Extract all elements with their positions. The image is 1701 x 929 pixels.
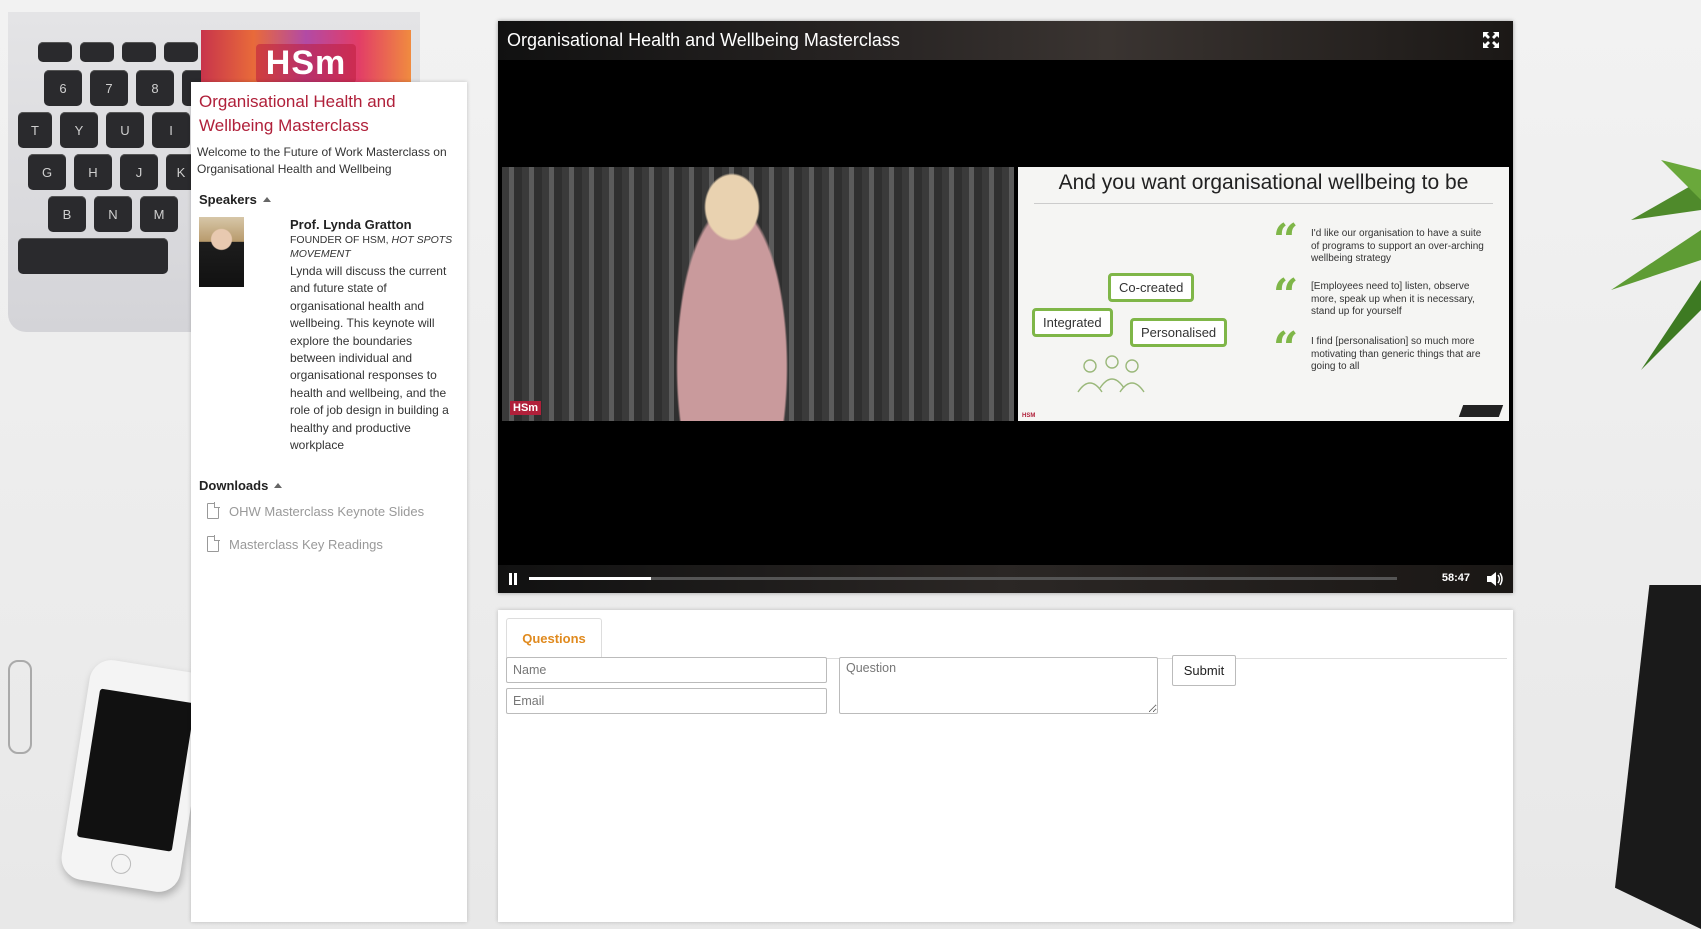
file-icon [207, 535, 220, 553]
question-textarea[interactable] [839, 657, 1158, 714]
bubble-integrated: Integrated [1032, 308, 1113, 337]
bubble-co-created: Co-created [1108, 273, 1195, 302]
downloads-toggle[interactable]: Downloads [199, 478, 461, 493]
video-watermark: HSm [510, 401, 542, 415]
video-title: Organisational Health and Wellbeing Mast… [507, 30, 900, 50]
speaker-card: Prof. Lynda Gratton FOUNDER OF HSM, HOT … [197, 217, 461, 454]
slide-logo [1458, 405, 1504, 417]
quote-icon: “ [1273, 270, 1299, 321]
download-link[interactable]: Masterclass Key Readings [207, 535, 461, 553]
player-title-bar: Organisational Health and Wellbeing Mast… [498, 21, 1513, 60]
caret-up-icon [262, 197, 271, 202]
speaker-figure [662, 167, 802, 421]
people-icon [1077, 355, 1145, 393]
speaker-avatar [199, 217, 244, 287]
quote-icon: “ [1273, 323, 1299, 374]
black-object [1615, 585, 1701, 929]
downloads-heading: Downloads [199, 478, 269, 494]
volume-icon[interactable] [1486, 571, 1504, 587]
fullscreen-icon[interactable] [1482, 31, 1500, 49]
welcome-text: Welcome to the Future of Work Masterclas… [197, 145, 447, 176]
email-input[interactable] [506, 688, 827, 714]
speakers-heading: Speakers [199, 192, 257, 207]
paperclip [8, 660, 32, 754]
questions-panel: Questions Submit [498, 610, 1513, 922]
info-panel: Organisational Health and Wellbeing Mast… [191, 82, 467, 922]
bubble-personalised: Personalised [1130, 318, 1228, 347]
caret-up-icon [274, 483, 283, 489]
speaker-role: FOUNDER OF HSM, HOT SPOTS MOVEMENT [290, 234, 453, 260]
player-controls: 58:47 [498, 565, 1513, 593]
tab-bar: Questions [506, 618, 1507, 659]
slide-quote: [Employees need to] listen, observe more… [1311, 281, 1475, 317]
presentation-slide: And you want organisational wellbeing to… [1018, 167, 1509, 421]
slide-quote: I find [personalisation] so much more mo… [1311, 336, 1481, 372]
file-icon [207, 502, 220, 520]
tab-questions[interactable]: Questions [506, 618, 602, 658]
download-link[interactable]: OHW Masterclass Keynote Slides [207, 502, 461, 520]
pause-icon[interactable] [508, 573, 518, 585]
slide-quote: I'd like our organisation to have a suit… [1311, 228, 1484, 264]
time-display: 58:47 [1441, 572, 1470, 584]
progress-fill [529, 577, 651, 580]
speaker-description: Lynda will discuss the current and futur… [290, 264, 449, 453]
smartphone [58, 656, 212, 896]
speaker-name: Prof. Lynda Gratton [290, 217, 412, 232]
name-input[interactable] [506, 657, 827, 683]
plant-leaves [1611, 160, 1701, 370]
progress-bar[interactable] [529, 577, 1397, 580]
slide-title: And you want organisational wellbeing to… [1034, 171, 1493, 204]
speaker-video-frame: HSm [502, 167, 1014, 421]
video-player[interactable]: Organisational Health and Wellbeing Mast… [498, 21, 1513, 593]
submit-button[interactable]: Submit [1172, 655, 1236, 686]
speakers-toggle[interactable]: Speakers [199, 192, 461, 207]
masterclass-title: Organisational Health and Wellbeing Mast… [199, 92, 396, 135]
hsm-logo: HSm [255, 43, 357, 83]
quote-icon: “ [1273, 215, 1299, 266]
slide-watermark: HSM [1022, 413, 1036, 419]
